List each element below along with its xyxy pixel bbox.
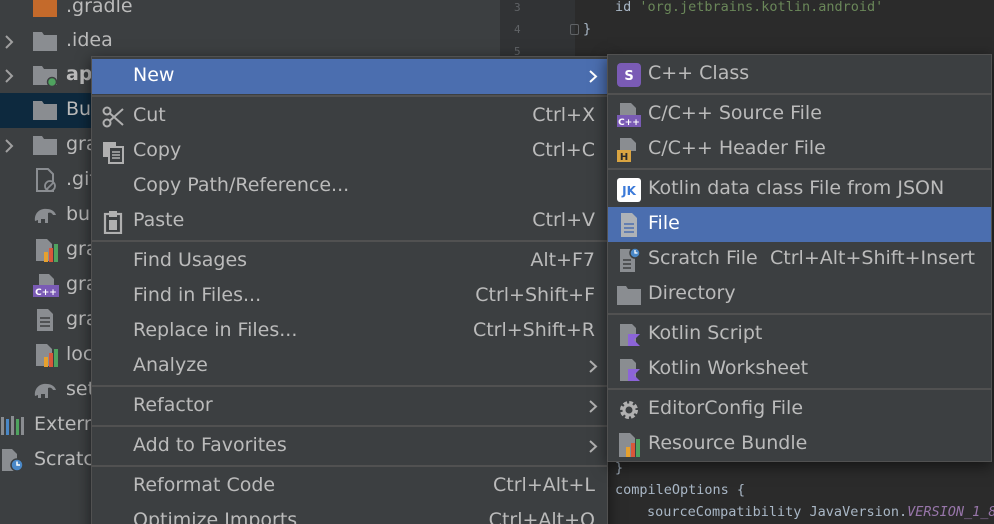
line-number: 3 (514, 1, 521, 14)
resource-bundle-icon (619, 433, 640, 457)
gradle-elephant-icon (34, 208, 56, 223)
chevron-right-icon[interactable] (2, 69, 16, 83)
submenu-item-editorconfig[interactable]: EditorConfig File (608, 392, 991, 427)
text-file-icon (37, 309, 53, 331)
submenu-item-resource-bundle[interactable]: Resource Bundle (608, 427, 991, 462)
kotlin-script-icon (620, 324, 640, 346)
properties-file-icon (36, 344, 58, 367)
menu-separator (608, 388, 991, 390)
module-folder-icon (33, 66, 58, 87)
menu-item-cut[interactable]: Cut Ctrl+X (92, 99, 607, 134)
clipboard-icon (103, 211, 123, 234)
folder-orange-icon (33, 0, 57, 17)
menu-separator (92, 425, 607, 427)
menu-separator (608, 168, 991, 170)
scratches-icon (2, 449, 24, 472)
properties-file-icon (36, 239, 58, 262)
chevron-right-icon[interactable] (2, 139, 16, 153)
menu-item-add-to-favorites[interactable]: Add to Favorites (92, 429, 607, 464)
menu-item-refactor[interactable]: Refactor (92, 389, 607, 424)
cpp-header-file-icon: H (617, 138, 636, 163)
submenu-item-cpp-header[interactable]: H C/C++ Header File (608, 132, 991, 167)
submenu-item-kotlin-worksheet[interactable]: Kotlin Worksheet (608, 352, 991, 387)
submenu-item-scratch-file[interactable]: Scratch File Ctrl+Alt+Shift+Insert (608, 242, 991, 277)
submenu-item-kotlin-script[interactable]: Kotlin Script (608, 317, 991, 352)
folder-icon (33, 32, 57, 51)
folder-icon (33, 101, 57, 120)
cpp-class-icon: S (617, 63, 641, 87)
submenu-item-directory[interactable]: Directory (608, 277, 991, 312)
submenu-item-cpp-class[interactable]: S C++ Class (608, 57, 991, 92)
context-menu: New Cut Ctrl+X Copy Ctrl+C Copy Path/Ref… (91, 56, 608, 524)
menu-separator (92, 95, 607, 97)
svg-text:C++: C++ (618, 118, 640, 128)
folder-icon (33, 136, 57, 155)
menu-item-analyze[interactable]: Analyze (92, 349, 607, 384)
menu-separator (608, 93, 991, 95)
gradle-elephant-icon (34, 383, 56, 398)
code-line: compileOptions { (615, 482, 746, 498)
svg-text:H: H (620, 152, 628, 163)
menu-separator (92, 240, 607, 242)
code-line: sourceCompatibility JavaVersion.VERSION_… (647, 504, 994, 520)
chevron-right-icon[interactable] (2, 35, 16, 49)
new-submenu: S C++ Class C++ C/C++ Source File H C/C+… (607, 54, 992, 462)
submenu-arrow-icon (589, 70, 598, 83)
line-number: 4 (514, 23, 521, 36)
menu-item-find-usages[interactable]: Find Usages Alt+F7 (92, 244, 607, 279)
menu-item-new[interactable]: New (92, 59, 607, 94)
cpp-file-icon: C++ (33, 274, 59, 297)
code-line: } (615, 460, 624, 476)
code-line: } (583, 21, 592, 37)
menu-separator (608, 313, 991, 315)
menu-item-copy-path[interactable]: Copy Path/Reference... (92, 169, 607, 204)
file-icon (621, 213, 637, 237)
tree-item-idea[interactable]: .idea (0, 24, 500, 59)
menu-item-reformat-code[interactable]: Reformat Code Ctrl+Alt+L (92, 469, 607, 504)
menu-item-copy[interactable]: Copy Ctrl+C (92, 134, 607, 169)
fold-marker-icon[interactable] (570, 24, 579, 35)
menu-item-paste[interactable]: Paste Ctrl+V (92, 204, 607, 239)
json-to-kotlin-icon: JK (617, 178, 641, 202)
folder-icon (617, 286, 641, 305)
external-libraries-icon (1, 416, 24, 435)
kotlin-worksheet-icon (620, 359, 640, 381)
code-line: id 'org.jetbrains.kotlin.android' (615, 0, 884, 15)
menu-separator (92, 385, 607, 387)
submenu-arrow-icon (589, 360, 598, 373)
scratch-file-icon (620, 247, 641, 272)
svg-text:S: S (624, 69, 633, 84)
svg-text:JK: JK (621, 184, 636, 198)
cpp-source-file-icon: C++ (617, 103, 641, 128)
gear-icon (620, 401, 638, 419)
submenu-arrow-icon (589, 440, 598, 453)
menu-item-optimize-imports[interactable]: Optimize Imports Ctrl+Alt+O (92, 504, 607, 524)
svg-text:C++: C++ (35, 288, 57, 297)
menu-separator (92, 465, 607, 467)
copy-icon (103, 142, 124, 164)
tree-item-gradle[interactable]: .gradle (0, 0, 500, 25)
menu-item-find-in-files[interactable]: Find in Files... Ctrl+Shift+F (92, 279, 607, 314)
submenu-item-kotlin-json[interactable]: JK Kotlin data class File from JSON (608, 172, 991, 207)
submenu-item-file[interactable]: File (608, 207, 991, 242)
submenu-item-cpp-source[interactable]: C++ C/C++ Source File (608, 97, 991, 132)
menu-item-replace-in-files[interactable]: Replace in Files... Ctrl+Shift+R (92, 314, 607, 349)
gitignore-file-icon (36, 168, 56, 192)
submenu-arrow-icon (589, 400, 598, 413)
scissors-icon (102, 106, 124, 128)
